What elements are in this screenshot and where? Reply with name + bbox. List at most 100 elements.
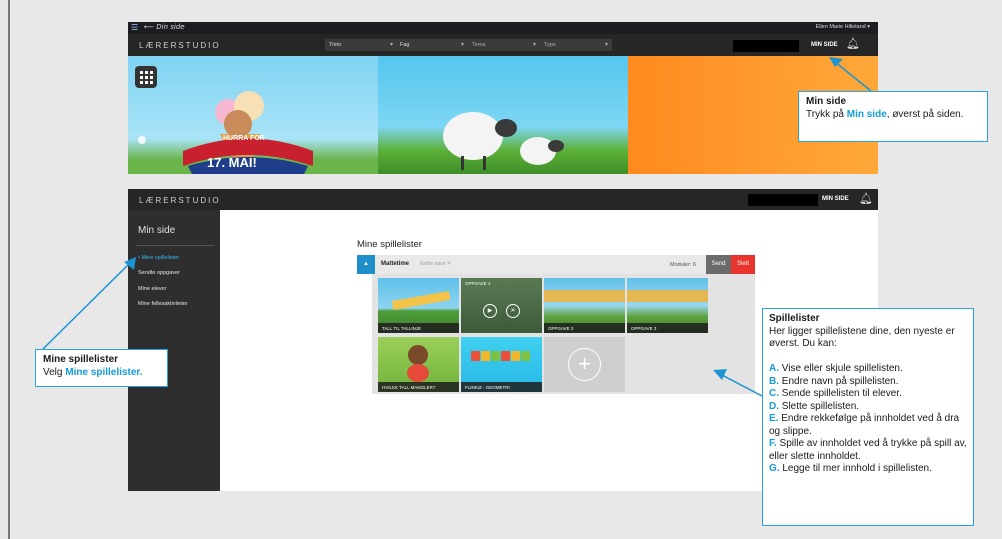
list-text: Sende spillelisten til elever. [779,388,902,399]
module-tile[interactable]: TALL TIL TALLINJE [378,278,459,333]
top-nav: LÆRERSTUDIO Trinn ▾ Fag ▾ Tema ▾ Type ▾ MIN … [128,34,878,56]
callout-title: Spillelister [769,313,820,324]
close-icon[interactable]: ✕ [506,304,520,318]
list-text: Endre navn på spillelisten. [779,375,899,387]
callout-title: Min side [806,96,847,107]
callout-list-item: G. Legge til mer innhold i spillelisten. [769,463,967,476]
min-side-link[interactable]: MIN SIDE [822,196,849,202]
back-link[interactable]: ⟵ Din side [144,23,185,31]
plus-icon: + [568,348,601,381]
trinn-select[interactable]: Trinn ▾ [325,39,397,51]
list-letter: A. [769,363,779,374]
play-icon[interactable]: ▶ [483,304,497,318]
playlist-name: Mattetime [381,261,410,267]
trinn-label: Trinn [329,42,342,48]
system-bar: ☰ ⟵ Din side Ellen Marie Hilleland ▾ [128,22,878,34]
bell-icon[interactable]: 🔔︎ [846,37,860,50]
module-tile[interactable]: HVILKE TALL MANGLER? [378,337,459,392]
callout-list-item: F. Spille av innholdet ved å trykke på s… [769,438,967,463]
rename-link[interactable]: Endre navn ✎ [420,261,451,267]
banner-flag-text: 17. MAI! [207,155,257,170]
chevron-up-icon: ▲ [363,261,369,267]
chevron-down-icon: ▾ [604,42,608,48]
tile-label: FLINKIZ - GEOMETRI [461,382,542,392]
top-nav: LÆRERSTUDIO MIN SIDE 🔔︎ [128,189,878,210]
module-tile[interactable]: OPPGAVE 3 [627,278,708,333]
callout-list-item: C. Sende spillelisten til elever. [769,388,967,401]
bell-icon[interactable]: 🔔︎ [859,192,873,205]
back-arrow-icon: ⟵ [144,23,157,31]
module-tile[interactable]: OPPGAVE 2 [544,278,625,333]
playlist-header: ▲ Mattetime Endre navn ✎ Moduler: 6 Send… [357,255,755,274]
callout-list-item: B. Endre navn på spillelisten. [769,376,967,389]
tile-label: OPPGAVE 1 [465,281,491,286]
delete-button[interactable]: Slett [731,255,755,274]
list-letter: B. [769,375,779,387]
callout-highlight: Mine spillelister. [65,366,143,378]
tile-label: TALL TIL TALLINJE [378,323,459,333]
fag-select[interactable]: Fag ▾ [396,39,468,51]
list-letter: C. [769,388,779,399]
list-letter: F. [769,438,777,449]
add-module-button[interactable]: + [544,337,625,392]
page-border [8,0,10,539]
module-tile[interactable]: FLINKIZ - GEOMETRI [461,337,542,392]
brand-logo[interactable]: LÆRERSTUDIO [139,196,221,205]
user-menu[interactable]: Ellen Marie Hilleland ▾ [816,24,870,30]
callout-list-item: A. Vise eller skjule spillelisten. [769,363,967,376]
send-button[interactable]: Send [706,255,731,274]
callout-title: Mine spillelister [43,354,119,365]
menu-icon[interactable]: ☰ [131,24,139,32]
page-title: Mine spillelister [357,239,422,250]
banner-ice-text: HURRA FOR [223,135,265,142]
apps-grid-icon[interactable] [135,66,157,88]
banner-slide-sheep[interactable] [378,56,628,174]
sidebar-item-fellesaktiviteter[interactable]: Mine fellesaktiviteter [138,301,188,307]
tile-label: OPPGAVE 3 [627,323,708,333]
tema-select[interactable]: Tema ▾ [468,39,540,51]
chevron-down-icon: ▾ [389,42,393,48]
chevron-down-icon: ▾ [867,24,870,30]
callout-min-side: Min side Trykk på Min side, øverst på si… [798,91,988,142]
min-side-link[interactable]: MIN SIDE [811,42,838,48]
callout-intro: Her ligger spillelistene dine, den nyest… [769,325,955,350]
sidebar-divider [136,245,214,246]
banner-slide-17-mai[interactable]: HURRA FOR 17. MAI! [128,56,378,174]
callout-spillelister: Spillelister Her ligger spillelistene di… [762,308,974,526]
brand-logo[interactable]: LÆRERSTUDIO [139,41,221,50]
type-select[interactable]: Type ▾ [540,39,612,51]
tile-label: HVILKE TALL MANGLER? [378,382,459,392]
callout-list-item: E. Endre rekkefølge på innholdet ved å d… [769,413,967,438]
module-count: Moduler: 6 [670,262,696,268]
callout-mine-spillelister: Mine spillelister Velg Mine spillelister… [35,349,168,387]
tile-label: OPPGAVE 2 [544,323,625,333]
toggle-playlist-button[interactable]: ▲ [357,255,375,274]
sheep-illustration [443,112,564,170]
rename-label: Endre navn [420,261,446,267]
redacted-box [733,40,799,52]
sidebar-item-sendte-oppgaver[interactable]: Sendte oppgaver [138,270,180,276]
list-text: Spille av innholdet ved å trykke på spil… [769,438,967,462]
callout-list-item: D. Slette spillelisten. [769,401,967,414]
callout-text: Velg [43,366,66,378]
type-label: Type [544,42,556,48]
list-text: Vise eller skjule spillelisten. [779,363,903,374]
callout-highlight: Min side [846,108,887,120]
redacted-box [748,194,818,206]
playlist-content: TALL TIL TALLINJE OPPGAVE 1 ▶ ✕ OPPGAVE … [372,274,755,394]
list-text: Legge til mer innhold i spillelisten. [779,463,932,474]
sidebar-item-mine-elever[interactable]: Mine elever [138,286,166,292]
list-text: Slette spillelisten. [779,400,860,412]
sidebar-item-label: Mine spillelister [141,255,180,261]
list-text: Endre rekkefølge på innholdet ved å dra … [769,413,960,437]
list-letter: G. [769,463,780,474]
chevron-down-icon: ▾ [460,42,464,48]
sidebar-item-mine-spillelister[interactable]: • Mine spillelister [138,255,179,261]
back-label: Din side [156,23,185,31]
banner-carousel: HURRA FOR 17. MAI! 10 [128,56,878,174]
pencil-icon: ✎ [446,261,452,267]
callout-text: , øverst på siden. [886,108,964,120]
chevron-down-icon: ▾ [532,42,536,48]
module-tile[interactable]: OPPGAVE 1 ▶ ✕ [461,278,542,333]
fag-label: Fag [400,42,410,48]
